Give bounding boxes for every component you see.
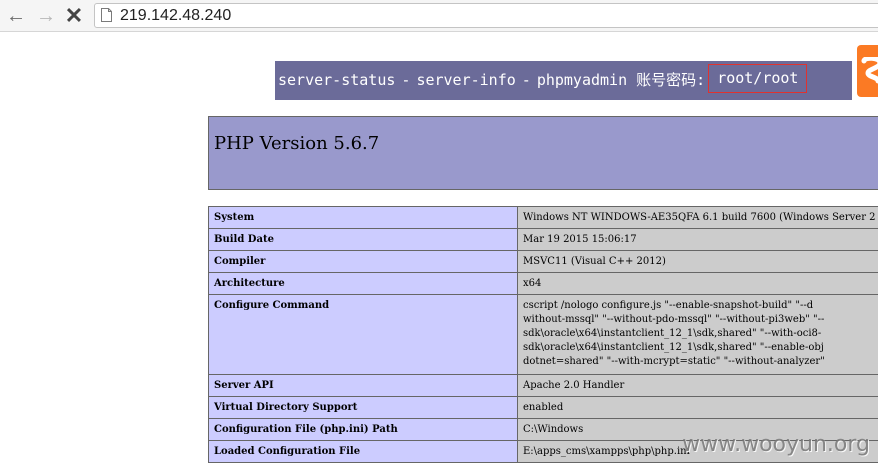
page-icon — [101, 8, 112, 22]
row-key: Virtual Directory Support — [208, 396, 518, 419]
stop-loading-icon[interactable]: ✕ — [62, 4, 86, 28]
row-key: Loaded Configuration File — [208, 440, 518, 463]
header-banner: server-status - server-info - phpmyadmin 账号密… — [275, 61, 852, 100]
row-value: Windows NT WINDOWS-AE35QFA 6.1 build 760… — [517, 206, 878, 229]
server-status-link[interactable]: server-status — [278, 71, 395, 89]
row-key: Architecture — [208, 272, 518, 295]
table-row: Build Date Mar 19 2015 15:06:17 — [208, 228, 878, 251]
row-key: Configuration File (php.ini) Path — [208, 418, 518, 441]
table-row: Virtual Directory Support enabled — [208, 396, 878, 419]
separator: - — [521, 71, 531, 89]
row-key: System — [208, 206, 518, 229]
browser-toolbar: ← → ✕ 219.142.48.240 — [0, 0, 878, 32]
back-arrow-icon[interactable]: ← — [4, 4, 28, 28]
table-row: Server API Apache 2.0 Handler — [208, 374, 878, 397]
server-info-link[interactable]: server-info — [416, 71, 515, 89]
credentials-highlight: root/root — [708, 64, 808, 93]
row-key: Compiler — [208, 250, 518, 273]
phpinfo-table: System Windows NT WINDOWS-AE35QFA 6.1 bui… — [208, 206, 878, 463]
url-text[interactable]: 219.142.48.240 — [120, 6, 231, 26]
php-version-title: PHP Version 5.6.7 — [214, 133, 380, 154]
php-version-header: PHP Version 5.6.7 — [208, 116, 878, 190]
row-key: Build Date — [208, 228, 518, 251]
row-key: Server API — [208, 374, 518, 397]
watermark: www.wooyun.org — [682, 432, 870, 457]
forward-arrow-icon[interactable]: → — [34, 4, 58, 28]
table-row: Configure Command cscript /nologo configu… — [208, 294, 878, 375]
credentials-label: 账号密码: — [636, 71, 706, 89]
separator: - — [401, 71, 411, 89]
row-value: cscript /nologo configure.js "--enable-s… — [517, 294, 878, 375]
address-bar[interactable]: 219.142.48.240 — [94, 3, 878, 28]
table-row: Compiler MSVC11 (Visual C++ 2012) — [208, 250, 878, 273]
row-value: MSVC11 (Visual C++ 2012) — [517, 250, 878, 273]
row-value: Apache 2.0 Handler — [517, 374, 878, 397]
row-key: Configure Command — [208, 294, 518, 375]
table-row: Architecture x64 — [208, 272, 878, 295]
table-row: System Windows NT WINDOWS-AE35QFA 6.1 bui… — [208, 206, 878, 229]
xampp-logo-icon[interactable] — [857, 45, 878, 97]
row-value: Mar 19 2015 15:06:17 — [517, 228, 878, 251]
row-value: enabled — [517, 396, 878, 419]
row-value: x64 — [517, 272, 878, 295]
phpmyadmin-link[interactable]: phpmyadmin — [537, 71, 627, 89]
